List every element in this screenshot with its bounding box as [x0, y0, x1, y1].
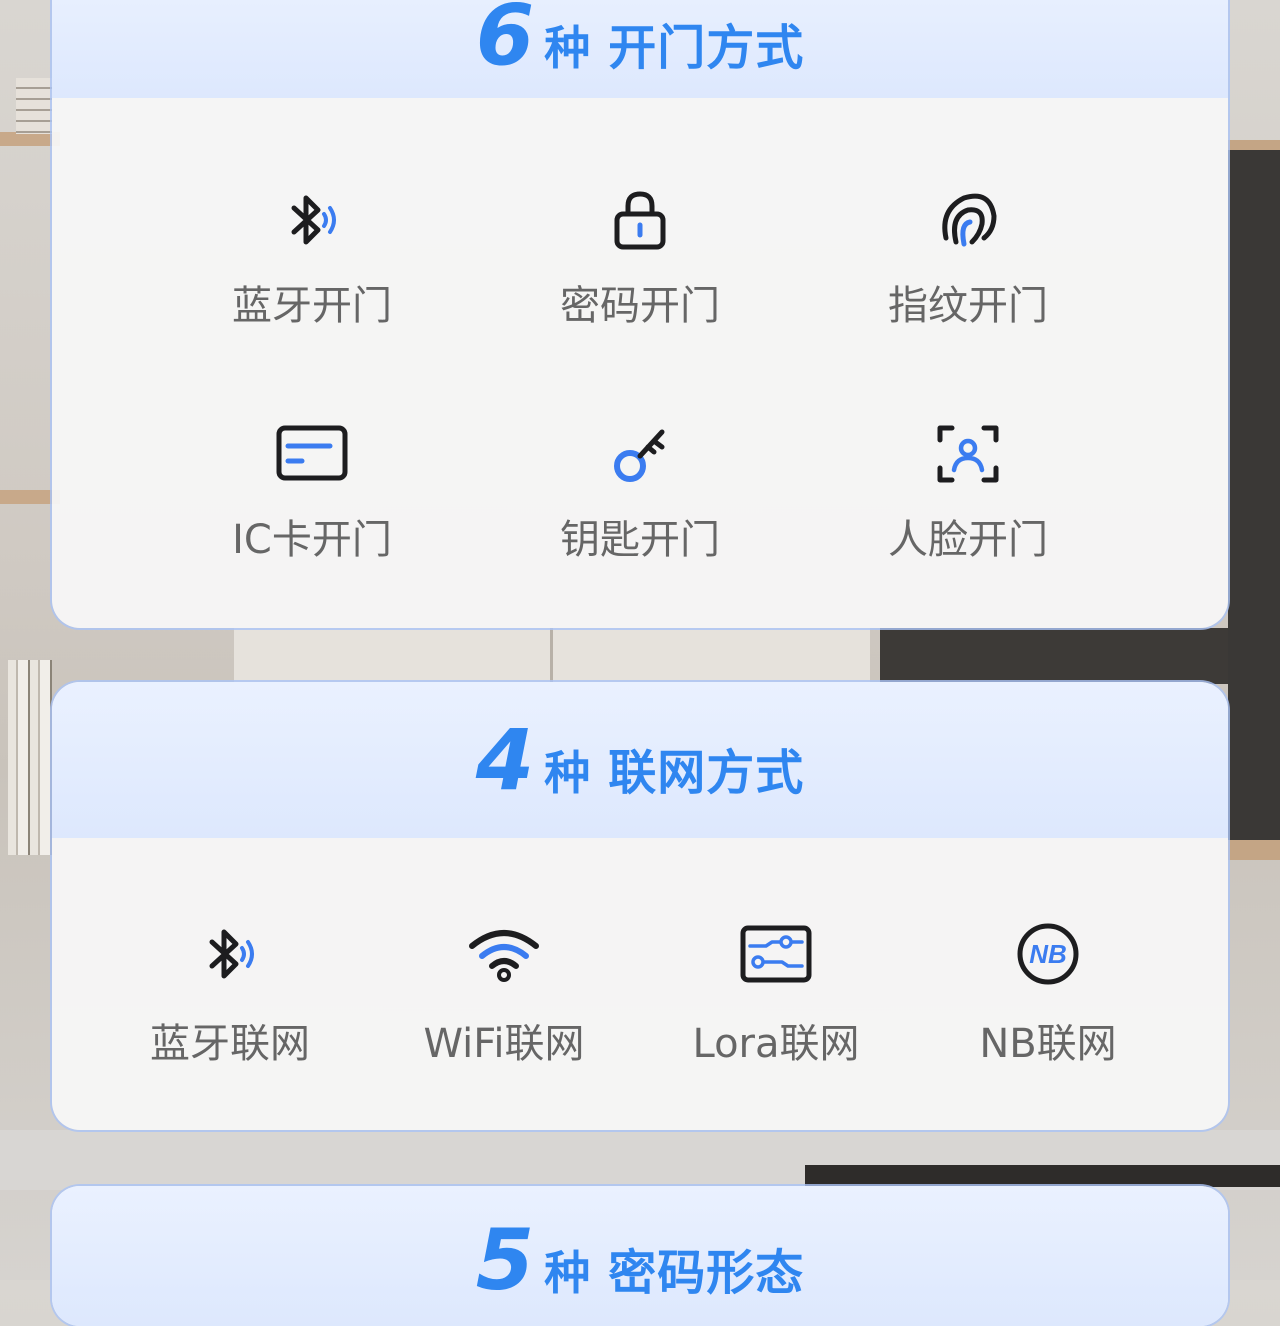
network-item-label: Lora联网	[692, 1021, 860, 1067]
background-shelf	[1228, 840, 1280, 860]
network-item-label: WiFi联网	[423, 1021, 585, 1067]
password-forms-unit: 种	[544, 1246, 591, 1300]
unlock-item-label: 密码开门	[560, 283, 720, 329]
nb-badge-text: NB	[1029, 939, 1067, 969]
bluetooth-icon	[209, 929, 254, 979]
network-methods-card: 4 种 联网方式 蓝牙联网 WiFi联网 Lora联网 NB NB联网	[52, 682, 1228, 1130]
unlock-item-ic-card: IC卡开门	[212, 414, 412, 560]
unlock-item-bluetooth: 蓝牙开门	[212, 180, 412, 326]
background-shelf	[0, 490, 60, 504]
password-forms-count: 5	[475, 1211, 535, 1309]
background-tv	[1228, 150, 1280, 840]
background-soundbar	[805, 1165, 1280, 1187]
network-item-lora: Lora联网	[676, 914, 876, 1064]
lora-icon	[740, 925, 812, 983]
background-books	[8, 660, 52, 855]
unlock-methods-header: 6 种 开门方式	[52, 0, 1228, 98]
key-icon	[614, 429, 665, 482]
fingerprint-icon	[942, 193, 997, 247]
unlock-item-label: 钥匙开门	[560, 517, 720, 563]
network-methods-count: 4	[475, 710, 535, 809]
network-methods-title: 4 种 联网方式	[476, 718, 804, 803]
network-item-bluetooth: 蓝牙联网	[130, 914, 330, 1064]
network-methods-heading: 联网方式	[608, 744, 805, 801]
card-icon	[276, 425, 348, 481]
unlock-item-label: IC卡开门	[232, 517, 392, 563]
password-forms-heading: 密码形态	[608, 1245, 805, 1301]
background-shelf	[0, 132, 60, 146]
unlock-item-face: 人脸开门	[868, 414, 1068, 560]
background-tv-stand	[880, 628, 1228, 684]
background-cabinet-seam	[550, 628, 553, 684]
network-methods-unit: 种	[544, 745, 591, 800]
background-books	[16, 78, 52, 134]
unlock-methods-unit: 种	[544, 20, 591, 75]
lock-icon	[614, 191, 666, 250]
bluetooth-icon	[291, 195, 336, 245]
unlock-item-label: 蓝牙开门	[232, 283, 392, 329]
password-forms-card: 5 种 密码形态	[52, 1186, 1228, 1326]
unlock-methods-card: 6 种 开门方式 蓝牙开门 密码开门 指纹开门 IC卡开门 钥匙开门 人脸开门	[52, 0, 1228, 628]
unlock-item-label: 指纹开门	[888, 283, 1048, 329]
network-item-label: 蓝牙联网	[150, 1021, 310, 1067]
wifi-icon	[469, 930, 539, 982]
unlock-methods-heading: 开门方式	[608, 19, 805, 76]
unlock-item-key: 钥匙开门	[540, 414, 740, 560]
unlock-item-fingerprint: 指纹开门	[868, 180, 1068, 326]
unlock-methods-count: 6	[475, 0, 535, 84]
unlock-item-password: 密码开门	[540, 180, 740, 326]
unlock-methods-title: 6 种 开门方式	[476, 0, 804, 78]
network-item-label: NB联网	[979, 1021, 1117, 1067]
network-item-wifi: WiFi联网	[404, 914, 604, 1064]
network-item-nb: NB NB联网	[948, 914, 1148, 1064]
network-methods-header: 4 种 联网方式	[52, 682, 1228, 838]
password-forms-title: 5 种 密码形态	[476, 1218, 804, 1303]
unlock-item-label: 人脸开门	[888, 517, 1048, 563]
face-scan-icon	[937, 425, 999, 483]
password-forms-header: 5 种 密码形态	[52, 1186, 1228, 1326]
nb-icon: NB	[1017, 923, 1079, 985]
